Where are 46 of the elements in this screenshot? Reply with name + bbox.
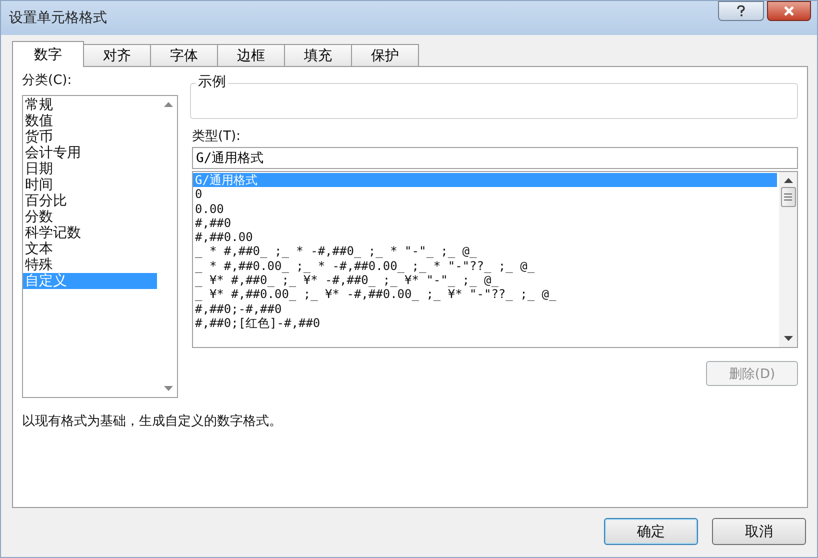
tab[interactable]: 边框	[217, 44, 285, 66]
category-item[interactable]: 会计专用	[23, 145, 157, 161]
tab[interactable]: 数字	[12, 41, 84, 67]
type-input-field[interactable]: G/通用格式	[192, 147, 798, 169]
format-item[interactable]: 0.00	[193, 202, 777, 216]
scrollbar[interactable]	[779, 172, 797, 347]
grip-icon	[784, 193, 792, 201]
help-button[interactable]	[718, 1, 764, 21]
format-item[interactable]: #,##0;[红色]-#,##0	[193, 316, 777, 330]
category-item[interactable]: 特殊	[23, 257, 157, 273]
close-icon	[783, 6, 795, 16]
cancel-button[interactable]: 取消	[712, 518, 806, 545]
format-item[interactable]: #,##0.00	[193, 230, 777, 244]
category-list[interactable]: 常规 数值 货币 会计专用 日期 时间 百分比 分数 科学记数 文本 特殊 自定义	[22, 95, 178, 398]
format-item[interactable]: #,##0	[193, 216, 777, 230]
tab[interactable]: 对齐	[83, 44, 151, 66]
format-item[interactable]: _ ¥* #,##0.00_ ;_ ¥* -#,##0.00_ ;_ ¥* "-"??_ ;_ @_	[193, 287, 777, 302]
category-item[interactable]: 日期	[23, 161, 157, 177]
category-item[interactable]: 分数	[23, 209, 157, 225]
sample-label: 示例	[196, 73, 228, 91]
ok-button[interactable]: 确定	[604, 518, 698, 545]
category-item[interactable]: 科学记数	[23, 225, 157, 241]
category-item[interactable]: 百分比	[23, 193, 157, 209]
scroll-down-icon[interactable]	[784, 336, 792, 341]
description-text: 以现有格式为基础，生成自定义的数字格式。	[22, 413, 283, 430]
format-item[interactable]: #,##0;-#,##0	[193, 302, 777, 316]
category-item[interactable]: 时间	[23, 177, 157, 193]
format-list[interactable]	[192, 171, 798, 348]
category-item[interactable]: 货币	[23, 129, 157, 145]
help-icon	[736, 5, 746, 17]
tab[interactable]: 保护	[351, 44, 419, 66]
window-title: 设置单元格格式	[9, 9, 107, 27]
scroll-up-icon[interactable]	[784, 178, 792, 183]
category-label: 分类(C):	[22, 72, 73, 90]
category-item[interactable]: 文本	[23, 241, 157, 257]
format-item[interactable]: _ * #,##0.00_ ;_ * -#,##0.00_ ;_ * "-"??_ ;_ @_	[193, 258, 777, 274]
close-button[interactable]	[767, 1, 811, 21]
category-item[interactable]: 数值	[23, 113, 157, 129]
format-item[interactable]: _ ¥* #,##0_ ;_ ¥* -#,##0_ ;_ ¥* "-"_ ;_ @_	[193, 273, 777, 288]
scroll-thumb[interactable]	[780, 187, 796, 207]
format-item[interactable]: 0	[193, 187, 777, 202]
category-item[interactable]: 常规	[23, 97, 157, 113]
format-item[interactable]: _ * #,##0_ ;_ * -#,##0_ ;_ * "-"_ ;_ @_	[193, 244, 777, 259]
tab[interactable]: 字体	[150, 44, 218, 66]
type-label: 类型(T):	[192, 128, 242, 146]
tab[interactable]: 填充	[284, 44, 352, 66]
